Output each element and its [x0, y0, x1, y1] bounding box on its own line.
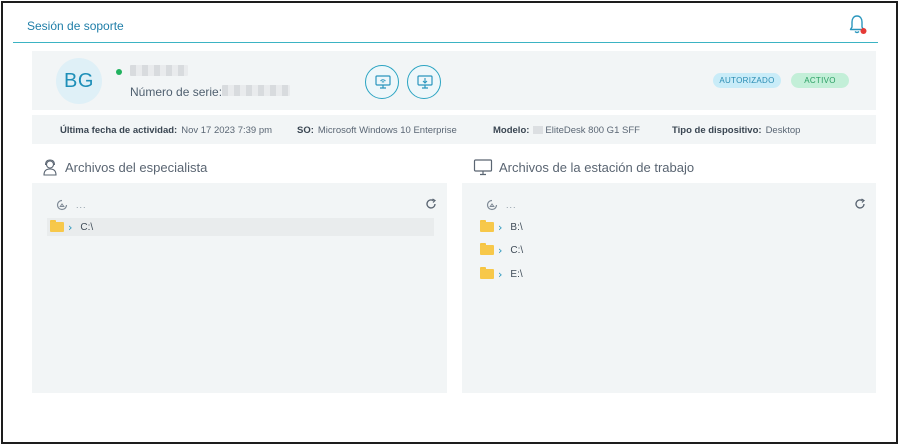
tree-item-label: B:\	[510, 221, 523, 233]
folder-icon	[480, 243, 494, 255]
remote-desktop-button[interactable]	[365, 65, 399, 99]
workstation-path-row[interactable]: ...	[486, 199, 517, 211]
file-transfer-button[interactable]	[407, 65, 441, 99]
tree-item-c-drive[interactable]: › C:\	[47, 218, 434, 236]
workstation-files-heading: Archivos de la estación de trabajo	[473, 158, 694, 176]
specialist-files-heading: Archivos del especialista	[41, 158, 207, 176]
folder-icon	[480, 267, 494, 279]
specialist-files-title: Archivos del especialista	[65, 159, 208, 175]
tree-item-e-drive[interactable]: › E:\	[480, 265, 523, 283]
model-label: Modelo:	[493, 125, 530, 136]
device-type-label: Tipo de dispositivo:	[672, 125, 762, 136]
serial-number-redacted	[222, 85, 290, 96]
chevron-right-icon: ›	[498, 220, 503, 234]
monitor-icon	[473, 159, 493, 176]
active-badge: ACTIVO	[791, 73, 849, 88]
workstation-file-browser: ... › B:\ › C:\ › E:\	[462, 183, 876, 393]
specialist-path: ...	[76, 200, 87, 210]
model-info: Modelo: EliteDesk 800 G1 SFF	[493, 125, 640, 136]
page-header: Sesión de soporte	[13, 11, 878, 43]
os-label: SO:	[297, 125, 314, 136]
chevron-right-icon: ›	[68, 220, 73, 234]
tree-item-label: E:\	[510, 268, 523, 280]
refresh-icon[interactable]	[425, 197, 439, 211]
specialist-file-browser: ... › C:\	[32, 183, 447, 393]
os-info: SO: Microsoft Windows 10 Enterprise	[297, 125, 457, 136]
device-info-bar: Última fecha de actividad: Nov 17 2023 7:…	[32, 115, 876, 144]
home-path-icon	[56, 199, 68, 211]
tree-item-c-drive[interactable]: › C:\	[480, 241, 523, 259]
refresh-icon[interactable]	[854, 197, 868, 211]
remote-desktop-icon	[375, 75, 391, 89]
page-title: Sesión de soporte	[27, 19, 124, 33]
folder-icon	[480, 220, 494, 232]
folder-icon	[50, 220, 64, 232]
last-activity-label: Última fecha de actividad:	[60, 125, 178, 136]
last-activity-value: Nov 17 2023 7:39 pm	[181, 125, 273, 136]
chevron-right-icon: ›	[498, 243, 503, 257]
serial-number-label: Número de serie:	[130, 85, 223, 99]
app-window: Sesión de soporte BG Número de serie: AU…	[1, 1, 898, 444]
tree-item-b-drive[interactable]: › B:\	[480, 218, 523, 236]
workstation-path: ...	[506, 200, 517, 210]
avatar: BG	[56, 58, 102, 104]
home-path-icon	[486, 199, 498, 211]
device-card: BG Número de serie: AUTORIZADO ACTIVO	[32, 51, 876, 110]
os-value: Microsoft Windows 10 Enterprise	[317, 125, 457, 136]
last-activity-info: Última fecha de actividad: Nov 17 2023 7:…	[60, 125, 272, 136]
user-headset-icon	[43, 159, 57, 176]
bell-icon[interactable]	[848, 14, 868, 36]
authorized-badge: AUTORIZADO	[713, 73, 781, 88]
tree-item-label: C:\	[80, 221, 94, 233]
workstation-files-title: Archivos de la estación de trabajo	[499, 159, 695, 175]
model-brand-redacted	[533, 126, 544, 134]
device-name-redacted	[130, 65, 188, 76]
device-type-value: Desktop	[765, 125, 801, 136]
model-value: EliteDesk 800 G1 SFF	[545, 125, 640, 136]
tree-item-label: C:\	[510, 244, 524, 256]
online-status-dot	[116, 69, 122, 75]
device-type-info: Tipo de dispositivo: Desktop	[672, 125, 800, 136]
specialist-path-row[interactable]: ...	[56, 199, 87, 211]
file-transfer-icon	[417, 75, 433, 89]
chevron-right-icon: ›	[498, 267, 503, 281]
